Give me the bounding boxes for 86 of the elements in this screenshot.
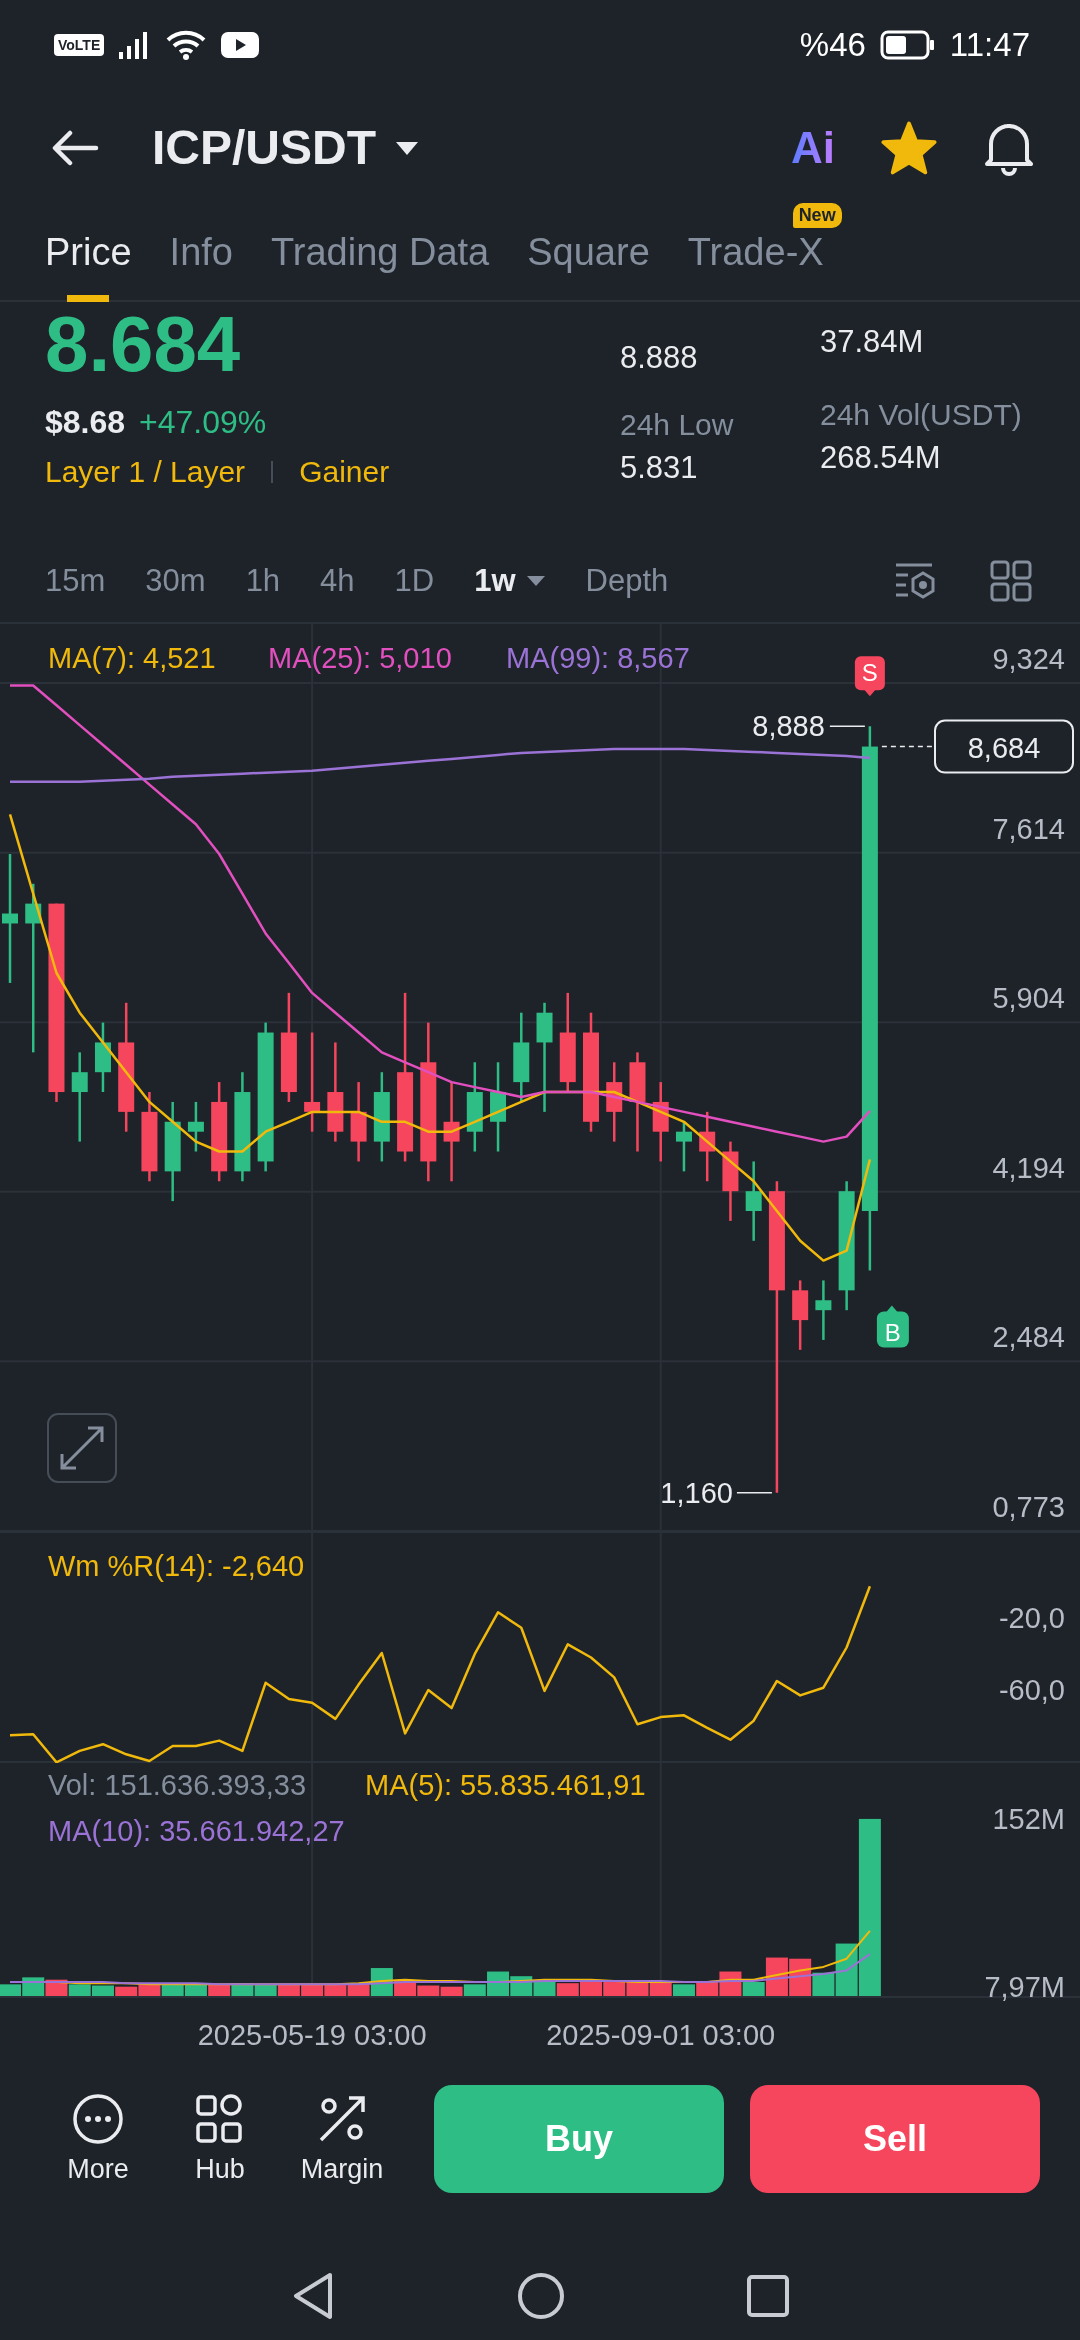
legend-label: MA(10): 35.661.942,27 xyxy=(48,1815,345,1847)
candlestick xyxy=(792,1280,809,1350)
tab[interactable]: Price xyxy=(45,217,132,288)
stat-value: 268.54M xyxy=(820,440,942,476)
new-badge: New xyxy=(792,203,842,228)
stat-value: 5.831 xyxy=(620,450,699,486)
usd-price: $8.68 xyxy=(45,404,126,441)
volume-bar xyxy=(91,1985,114,1996)
interval-tab[interactable]: 1h xyxy=(245,563,281,599)
buy-label: B xyxy=(884,1318,901,1346)
stat-label: 24h Low xyxy=(620,408,735,442)
trading-pair-title[interactable]: ICP/USDT xyxy=(152,120,376,175)
interval-tab[interactable]: 4h xyxy=(320,563,355,599)
axis-label: 7,614 xyxy=(992,812,1065,845)
axis-label: 2,484 xyxy=(992,1321,1065,1354)
clock: 11:47 xyxy=(949,26,1030,64)
leader-line xyxy=(829,725,866,728)
sell-button[interactable]: Sell xyxy=(750,2084,1040,2193)
date-label: 2025-09-01 03:00 xyxy=(546,2019,776,2051)
category-tag[interactable]: Gainer xyxy=(299,455,390,489)
axis-label: 9,324 xyxy=(992,643,1065,676)
buy-button[interactable]: Buy xyxy=(434,2084,724,2193)
axis-label: 4,194 xyxy=(992,1151,1065,1184)
interval-tab[interactable]: 1w xyxy=(474,563,516,599)
tab[interactable]: Trading Data xyxy=(270,217,490,288)
legend-label: MA(99): 8,567 xyxy=(506,642,690,674)
tab[interactable]: Info xyxy=(169,217,233,288)
axis-label: 5,904 xyxy=(992,982,1065,1015)
axis-label: -60,0 xyxy=(998,1674,1065,1706)
volume-bar xyxy=(440,1986,463,1996)
wifi-icon xyxy=(166,29,207,61)
axis-label: 7,97M xyxy=(984,1970,1065,2003)
candlestick xyxy=(94,1022,111,1093)
volte-indicator: VoLTE xyxy=(54,34,105,56)
volume-bar xyxy=(115,1986,138,1996)
fullscreen-button[interactable] xyxy=(47,1413,117,1483)
interval-tab[interactable]: Depth xyxy=(585,563,669,599)
grid-layout-icon[interactable] xyxy=(990,560,1032,602)
toolbar-action[interactable]: Margin xyxy=(292,2092,392,2185)
battery-percent: %46 xyxy=(799,26,866,64)
interval-tab[interactable]: 1D xyxy=(394,563,435,599)
stat-label: 24h Vol(USDT) xyxy=(820,398,1022,432)
tab-indicator xyxy=(67,295,109,302)
legend-label: MA(5): 55.835.461,91 xyxy=(365,1769,646,1801)
toolbar-action[interactable]: More xyxy=(48,2092,148,2185)
volume-legend: Vol: 151.636.393,33 xyxy=(48,1769,306,1801)
battery-icon xyxy=(879,30,936,60)
candlestick xyxy=(699,1111,716,1182)
high-price-label: 8,888 xyxy=(752,710,825,743)
high-value: 8.888 xyxy=(620,340,699,376)
axis-label: 0,773 xyxy=(992,1491,1065,1523)
tab[interactable]: Square xyxy=(527,217,650,288)
volume-bar xyxy=(556,1983,579,1996)
legend-label: MA(7): 4,521 xyxy=(48,642,216,674)
back-arrow-icon[interactable] xyxy=(50,129,100,166)
interval-tab[interactable]: 30m xyxy=(145,563,206,599)
leader-line xyxy=(736,1491,773,1494)
volume-bar xyxy=(580,1982,602,1996)
date-label: 2025-05-19 03:00 xyxy=(197,2019,427,2051)
current-price-label: 8,684 xyxy=(967,731,1041,764)
sell-marker xyxy=(854,656,885,697)
legend-label: MA(25): 5,010 xyxy=(268,642,452,674)
price-change: +47.09% xyxy=(139,404,267,441)
volume-bar xyxy=(68,1984,91,1996)
toolbar-action[interactable]: Hub xyxy=(170,2092,270,2185)
volume-bar xyxy=(603,1982,626,1996)
interval-tab[interactable]: 15m xyxy=(45,563,106,599)
axis-label: 152M xyxy=(992,1802,1065,1835)
candlestick xyxy=(187,1101,204,1152)
star-icon[interactable] xyxy=(881,120,937,175)
category-tag[interactable]: Layer 1 / Layer xyxy=(45,455,246,489)
video-app-icon xyxy=(220,30,261,60)
indicator-legend: Wm %R(14): -2,640 xyxy=(48,1550,305,1582)
more-icon xyxy=(71,2092,125,2146)
buy-marker xyxy=(876,1305,909,1348)
last-price: 8.684 xyxy=(45,302,242,386)
volume-value: 37.84M xyxy=(820,324,925,360)
sell-label: S xyxy=(861,659,878,687)
recents-nav-icon[interactable] xyxy=(746,2274,790,2318)
low-price-label: 1,160 xyxy=(660,1476,733,1509)
home-nav-icon[interactable] xyxy=(516,2271,566,2321)
volume-bar xyxy=(672,1984,695,1996)
price-line xyxy=(881,745,935,748)
axis-label: -20,0 xyxy=(998,1601,1065,1634)
candlestick xyxy=(815,1280,832,1340)
candlestick xyxy=(675,1121,692,1172)
